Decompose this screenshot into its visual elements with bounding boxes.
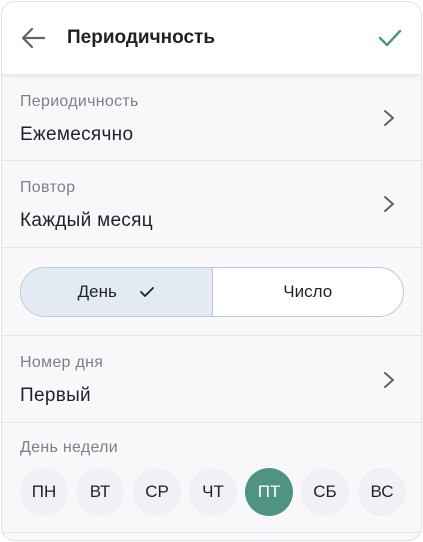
weekday-wed-button[interactable]: СР	[133, 468, 181, 516]
weekday-sat-button[interactable]: СБ	[301, 468, 349, 516]
weekday-mon-button[interactable]: ПН	[20, 468, 68, 516]
weekday-label: День недели	[20, 439, 119, 456]
chevron-right-icon	[384, 196, 394, 212]
mode-day-label: День	[77, 282, 117, 301]
periodicity-card: Периодичность Периодичность Ежемесячно П…	[1, 1, 422, 541]
periodicity-value: Ежемесячно	[20, 124, 134, 145]
mode-date-button[interactable]: Число	[213, 268, 404, 316]
divider	[2, 532, 421, 533]
repeat-label: Повтор	[20, 179, 76, 196]
checkmark-icon[interactable]	[377, 26, 403, 50]
mode-date-label: Число	[283, 282, 333, 301]
mode-day-button[interactable]: День	[21, 268, 213, 316]
weekday-picker: ПН ВТ СР ЧТ ПТ СБ ВС	[20, 468, 410, 516]
repeat-value: Каждый месяц	[20, 210, 153, 231]
weekday-tue-button[interactable]: ВТ	[76, 468, 124, 516]
header-bar: Периодичность	[2, 2, 421, 74]
arrow-left-icon[interactable]	[20, 26, 46, 50]
mode-segmented-control: День Число	[20, 267, 404, 317]
day-number-value: Первый	[20, 385, 91, 406]
day-number-row[interactable]: Номер дня Первый	[2, 336, 421, 423]
mode-toggle-section: День Число	[2, 248, 421, 336]
weekday-thu-button[interactable]: ЧТ	[189, 468, 237, 516]
checkmark-icon	[139, 287, 154, 297]
weekday-fri-button[interactable]: ПТ	[245, 468, 293, 516]
page-title: Периодичность	[67, 27, 216, 48]
periodicity-row[interactable]: Периодичность Ежемесячно	[2, 74, 421, 161]
weekday-sun-button[interactable]: ВС	[358, 468, 406, 516]
chevron-right-icon	[384, 372, 394, 388]
repeat-row[interactable]: Повтор Каждый месяц	[2, 161, 421, 248]
periodicity-label: Периодичность	[20, 93, 139, 110]
chevron-right-icon	[384, 110, 394, 126]
day-number-label: Номер дня	[20, 354, 104, 371]
